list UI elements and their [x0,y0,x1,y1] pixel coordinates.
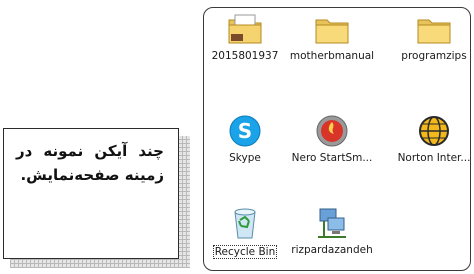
desktop-icon-norton[interactable]: Norton Inter... [391,114,471,164]
desktop-icon-recycle-bin[interactable]: Recycle Bin [204,206,288,259]
skype-icon: S [229,115,261,147]
desktop-icon-rizpardazandeh[interactable]: rizpardazandeh [289,206,375,256]
caption-text: چند آیکن نمونه در زمینه صفحه‌نمایش. [16,142,164,184]
desktop-icon-label: Nero StartSm... [291,152,373,164]
desktop-icon-nero[interactable]: Nero StartSm... [289,114,375,164]
desktop-area: 2015801937 motherbmanual programzips S S… [203,7,471,271]
caption-box: چند آیکن نمونه در زمینه صفحه‌نمایش. [3,128,179,259]
desktop-icon-skype[interactable]: S Skype [204,114,288,164]
svg-text:S: S [238,119,252,143]
desktop-icon-motherbmanual[interactable]: motherbmanual [289,12,375,62]
folder-icon [417,19,451,44]
desktop-icon-label: motherbmanual [289,50,375,62]
network-computer-icon [318,208,346,238]
recycle-bin-icon [234,208,256,239]
nero-icon [316,115,348,147]
desktop-icon-label: 2015801937 [211,50,279,62]
desktop-icon-label: Skype [229,152,261,164]
desktop-icon-label: Norton Inter... [397,152,471,164]
desktop-icon-2015801937[interactable]: 2015801937 [204,12,288,62]
desktop-icon-label: rizpardazandeh [291,244,373,256]
folder-with-document-icon [228,14,262,44]
desktop-icon-programzips[interactable]: programzips [391,12,470,62]
norton-globe-icon [419,116,449,146]
desktop-icon-label: programzips [401,50,467,62]
folder-icon [315,19,349,44]
desktop-icon-label: Recycle Bin [212,245,278,259]
